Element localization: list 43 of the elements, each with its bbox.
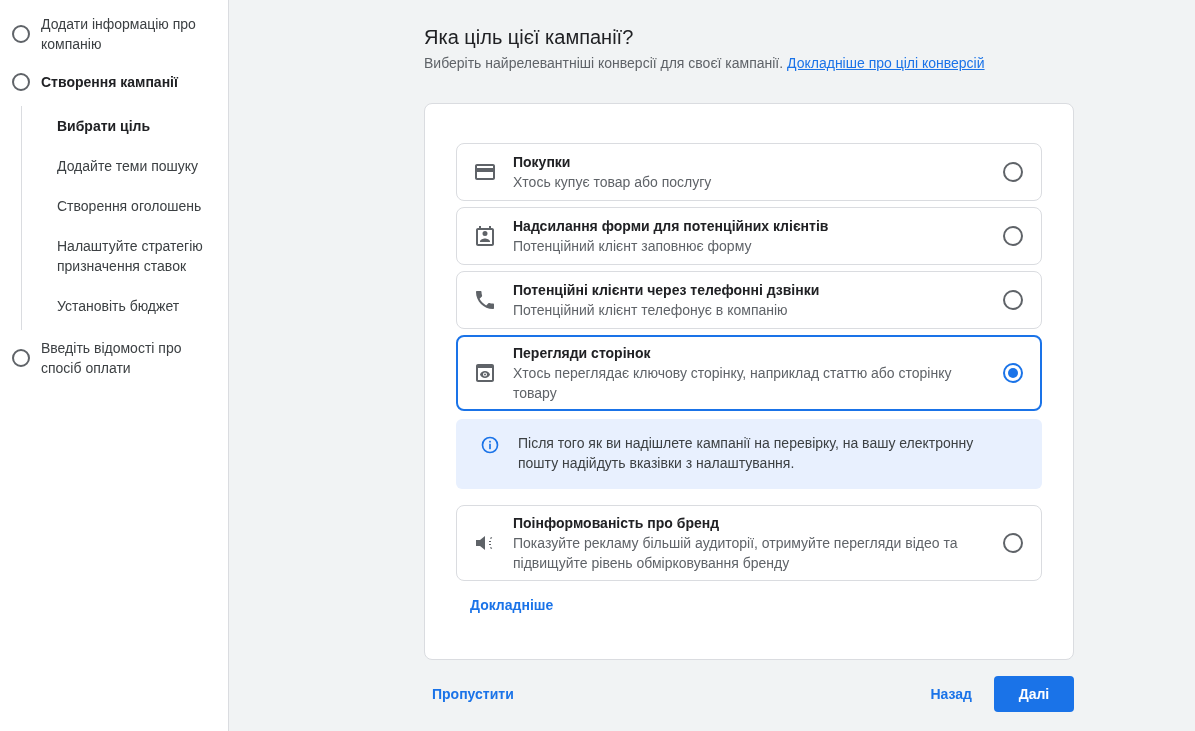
info-icon: [480, 435, 500, 455]
goal-option[interactable]: Покупки Хтось купує товар або послугу: [456, 143, 1042, 201]
goal-icon: [473, 288, 497, 312]
step-circle-icon: [12, 349, 30, 367]
learn-more-link[interactable]: Докладніше: [470, 597, 554, 613]
goal-description: Хтось переглядає ключову сторінку, наприклад статтю або сторінку товару: [513, 364, 953, 403]
substep-item[interactable]: Додайте теми пошуку: [57, 146, 217, 186]
radio-button[interactable]: [1003, 290, 1023, 310]
substep-item[interactable]: Налаштуйте стратегію призначення ставок: [57, 226, 217, 286]
goal-description: Потенційний клієнт заповнює форму: [513, 237, 753, 256]
radio-button[interactable]: [1003, 162, 1023, 182]
goal-option[interactable]: Потенційні клієнти через телефонні дзвінки Потенційний клієнт телефонує в компанію: [456, 271, 1042, 329]
goal-description: Показуйте рекламу більшій аудиторії, отримуйте перегляди відео та підвищуйте рівень обмірковування бренду: [513, 534, 959, 573]
goal-title: Покупки: [513, 153, 572, 172]
goal-option[interactable]: Надсилання форми для потенційних клієнтів Потенційний клієнт заповнює форму: [456, 207, 1042, 265]
substep-item[interactable]: Створення оголошень: [57, 186, 217, 226]
info-text: Після того як ви надішлете кампанії на перевірку, на вашу електронну пошту надійдуть вказівки з налаштування.: [518, 434, 975, 473]
goal-description: Потенційний клієнт телефонує в компанію: [513, 301, 789, 320]
step-item[interactable]: Введіть відомості про спосіб оплати: [41, 338, 211, 378]
conversion-goals-link[interactable]: Докладніше про цілі конверсій: [787, 55, 985, 71]
goal-option[interactable]: Перегляди сторінок Хтось переглядає ключову сторінку, наприклад статтю або сторінку товару: [456, 335, 1042, 411]
step-circle-icon: [12, 73, 30, 91]
subtitle-text: Виберіть найрелевантніші конверсії для своєї кампанії. Докладніше про цілі конверсій: [424, 55, 986, 71]
goal-title: Поінформованість про бренд: [513, 514, 721, 533]
next-button[interactable]: Далі: [994, 676, 1074, 712]
goal-icon: [473, 361, 497, 385]
goal-option[interactable]: Поінформованість про бренд Показуйте рекламу більшій аудиторії, отримуйте перегляди відео та підвищуйте рівень обмірковування бренду: [456, 505, 1042, 581]
radio-button[interactable]: [1003, 533, 1023, 553]
radio-button[interactable]: [1003, 226, 1023, 246]
step-item[interactable]: Створення кампанії: [41, 72, 211, 92]
goal-title: Потенційні клієнти через телефонні дзвінки: [513, 281, 821, 300]
step-item[interactable]: Додати інформацію про компанію: [41, 14, 211, 54]
goal-title: Надсилання форми для потенційних клієнтів: [513, 217, 830, 236]
goal-icon: [473, 224, 497, 248]
substep-item[interactable]: Вибрати ціль: [57, 106, 217, 146]
goal-description: Хтось купує товар або послугу: [513, 173, 713, 192]
page-heading: Яка ціль цієї кампанії?: [424, 26, 635, 49]
substep-item[interactable]: Установіть бюджет: [57, 286, 217, 326]
step-circle-icon: [12, 25, 30, 43]
radio-button[interactable]: [1003, 363, 1023, 383]
skip-button[interactable]: Пропустити: [424, 678, 522, 710]
back-button[interactable]: Назад: [922, 678, 980, 710]
goal-title: Перегляди сторінок: [513, 344, 652, 363]
